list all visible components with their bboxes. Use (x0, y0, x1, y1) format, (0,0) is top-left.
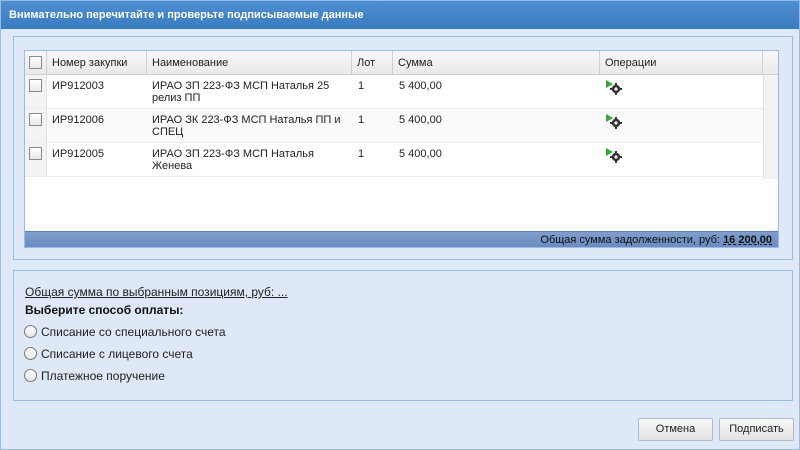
cell-sum: 5 400,00 (399, 148, 442, 160)
sign-button[interactable]: Подписать (719, 418, 794, 441)
payment-panel: Общая сумма по выбранным позициям, руб: … (13, 270, 793, 401)
grid-header: Номер закупки Наименование Лот Сумма Опе… (25, 51, 778, 75)
cell-lot: 1 (358, 114, 365, 126)
cell-sum: 5 400,00 (399, 80, 442, 92)
radio-special-account[interactable] (24, 325, 37, 338)
column-header-name[interactable]: Наименование (147, 51, 352, 75)
row-checkbox[interactable] (29, 113, 42, 126)
cell-name: ИРАО ЗК 223-ФЗ МСП Наталья ПП и СПЕЦ (152, 114, 352, 138)
gear-settings-icon[interactable] (605, 112, 623, 130)
payment-method-label: Выберите способ оплаты: (25, 303, 184, 317)
total-debt-amount[interactable]: 16 200,00 (723, 234, 772, 246)
row-checkbox[interactable] (29, 79, 42, 92)
payment-option-personal-account[interactable]: Списание с лицевого счета (24, 347, 193, 361)
radio-personal-account[interactable] (24, 347, 37, 360)
table-row[interactable]: ИР912005 ИРАО ЗП 223-ФЗ МСП Наталья Жене… (25, 143, 763, 177)
cell-name-line2: СПЕЦ (152, 126, 184, 138)
dialog-title: Внимательно перечитайте и проверьте подп… (1, 1, 799, 29)
cell-name: ИРАО ЗП 223-ФЗ МСП Наталья Женева (152, 148, 352, 172)
table-row[interactable]: ИР912003 ИРАО ЗП 223-ФЗ МСП Наталья 25 р… (25, 75, 763, 109)
column-header-sum[interactable]: Сумма (393, 51, 600, 75)
cell-lot: 1 (358, 148, 365, 160)
cell-lot: 1 (358, 80, 365, 92)
header-select-cell (25, 51, 47, 75)
table-row[interactable]: ИР912006 ИРАО ЗК 223-ФЗ МСП Наталья ПП и… (25, 109, 763, 143)
cell-number: ИР912005 (52, 148, 104, 160)
gear-settings-icon[interactable] (605, 78, 623, 96)
row-checkbox[interactable] (29, 147, 42, 160)
purchases-grid: Номер закупки Наименование Лот Сумма Опе… (24, 50, 779, 248)
cell-name-line2: Женева (152, 160, 193, 172)
cell-name-line1: ИРАО ЗП 223-ФЗ МСП Наталья 25 (152, 80, 330, 92)
cell-sum: 5 400,00 (399, 114, 442, 126)
selected-sum-link[interactable]: Общая сумма по выбранным позициям, руб: … (25, 285, 288, 299)
payment-option-special-account[interactable]: Списание со специального счета (24, 325, 226, 339)
select-all-checkbox[interactable] (29, 56, 42, 69)
column-header-operations[interactable]: Операции (600, 51, 763, 75)
cancel-button[interactable]: Отмена (638, 418, 713, 441)
cell-number: ИР912006 (52, 114, 104, 126)
payment-option-label: Списание с лицевого счета (41, 347, 193, 361)
cell-name-line1: ИРАО ЗП 223-ФЗ МСП Наталья (152, 148, 314, 160)
header-spacer (763, 51, 778, 75)
payment-option-payment-order[interactable]: Платежное поручение (24, 369, 165, 383)
cell-name: ИРАО ЗП 223-ФЗ МСП Наталья 25 релиз ПП (152, 80, 352, 104)
column-header-lot[interactable]: Лот (352, 51, 393, 75)
cell-number: ИР912003 (52, 80, 104, 92)
gear-settings-icon[interactable] (605, 146, 623, 164)
purchases-panel: Номер закупки Наименование Лот Сумма Опе… (13, 36, 793, 260)
total-debt-label: Общая сумма задолженности, руб: (540, 234, 720, 246)
payment-option-label: Платежное поручение (41, 369, 165, 383)
radio-payment-order[interactable] (24, 369, 37, 382)
sign-dialog: Внимательно перечитайте и проверьте подп… (0, 0, 800, 450)
column-header-number[interactable]: Номер закупки (47, 51, 147, 75)
cell-name-line2: релиз ПП (152, 92, 201, 104)
grid-scrollbar[interactable] (763, 75, 778, 179)
grid-footer-total: Общая сумма задолженности, руб: 16 200,0… (25, 231, 778, 247)
cell-name-line1: ИРАО ЗК 223-ФЗ МСП Наталья ПП и (152, 114, 341, 126)
payment-option-label: Списание со специального счета (41, 325, 226, 339)
